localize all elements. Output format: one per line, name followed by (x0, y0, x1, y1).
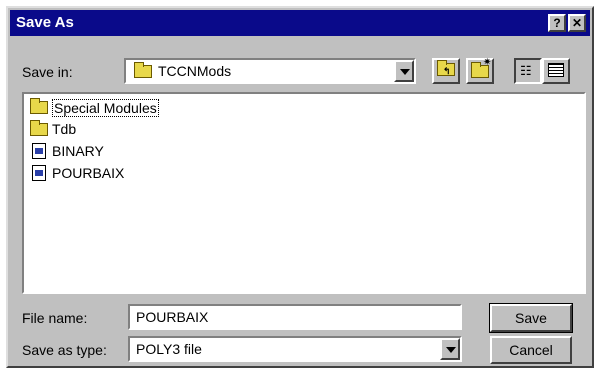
file-name: POURBAIX (52, 165, 125, 181)
save-as-type-value: POLY3 file (136, 341, 202, 357)
file-name: Special Modules (52, 99, 159, 117)
file-name-input[interactable]: POURBAIX (128, 304, 462, 330)
file-list[interactable]: Special Modules Tdb BINARY POURBAIX (22, 92, 586, 294)
details-view-icon (548, 63, 564, 77)
list-view-icon: ☷ (520, 63, 532, 78)
save-in-label: Save in: (22, 64, 73, 80)
new-folder-button[interactable]: ✷ (466, 57, 494, 84)
save-as-type-dropdown[interactable]: POLY3 file (128, 336, 462, 362)
save-as-type-label: Save as type: (22, 342, 107, 358)
save-in-value: TCCNMods (158, 63, 232, 79)
cancel-button[interactable]: Cancel (490, 336, 572, 364)
details-view-button[interactable] (542, 58, 570, 84)
chevron-down-icon[interactable] (440, 338, 460, 360)
folder-icon (134, 62, 152, 78)
dialog-title: Save As (16, 14, 74, 31)
folder-icon (30, 98, 48, 114)
file-name: Tdb (52, 121, 77, 137)
close-button[interactable]: ✕ (568, 14, 586, 32)
folder-icon (30, 120, 48, 136)
file-icon (32, 165, 46, 181)
save-in-dropdown[interactable]: TCCNMods (124, 58, 416, 84)
help-button[interactable]: ? (548, 14, 566, 32)
save-as-dialog: Save As ? ✕ Save in: TCCNMods ↰ ✷ ☷ Spec… (6, 6, 594, 368)
new-folder-icon: ✷ (471, 57, 491, 79)
up-folder-icon: ↰ (437, 60, 455, 77)
save-button[interactable]: Save (489, 303, 573, 333)
chevron-down-icon[interactable] (394, 60, 414, 82)
file-name-value: POURBAIX (136, 309, 209, 325)
up-one-level-button[interactable]: ↰ (432, 58, 460, 84)
list-view-button[interactable]: ☷ (514, 58, 542, 84)
title-bar[interactable]: Save As ? ✕ (10, 10, 590, 36)
file-name: BINARY (52, 143, 104, 159)
file-icon (32, 143, 46, 159)
file-name-label: File name: (22, 310, 88, 326)
